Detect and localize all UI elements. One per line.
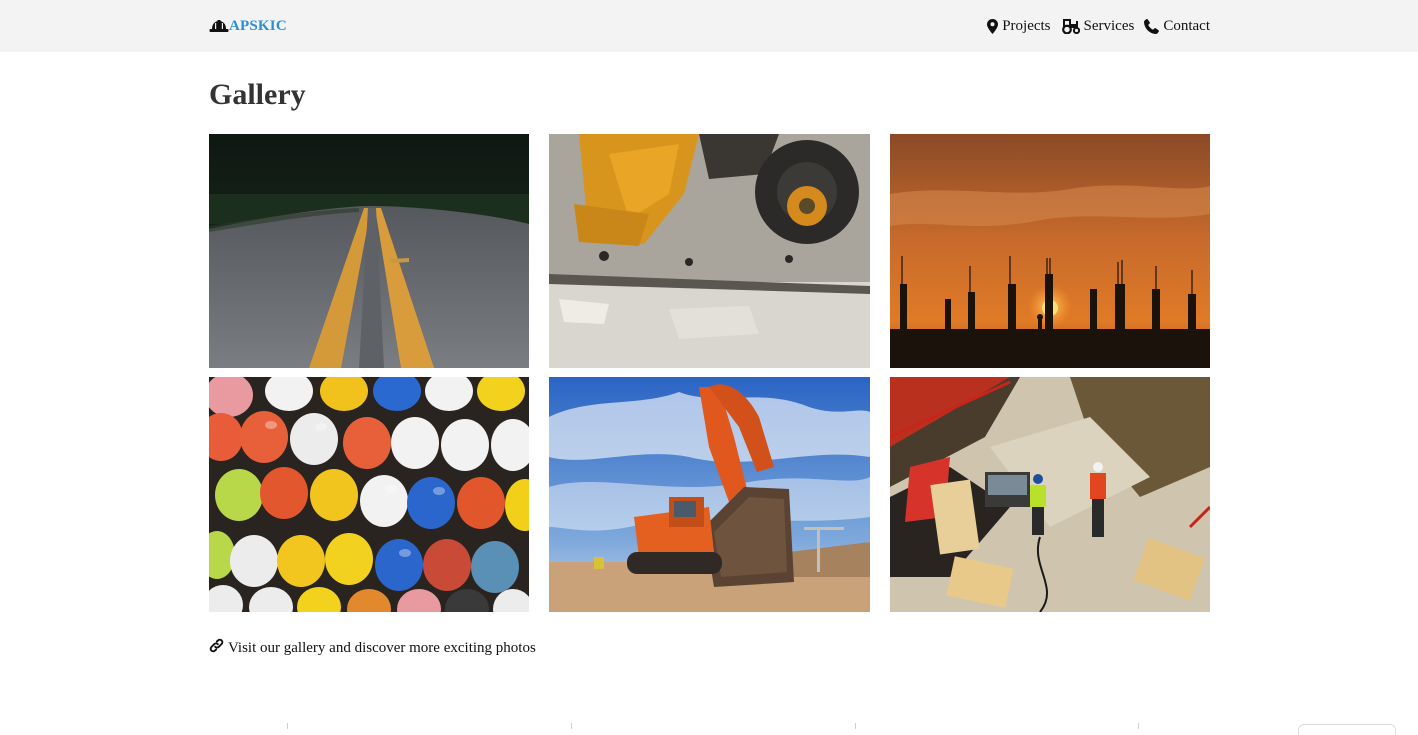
gallery-image-sunset-site[interactable] xyxy=(890,134,1210,368)
nav-link-contact[interactable]: Contact xyxy=(1144,18,1210,35)
gallery-image-road[interactable] xyxy=(209,134,529,368)
footer-divider xyxy=(1138,723,1139,729)
tractor-icon xyxy=(1061,18,1080,34)
nav-links: Projects Services Contact xyxy=(987,18,1210,35)
gallery-image-hard-hats[interactable] xyxy=(209,377,529,612)
brand-label: APSKIC xyxy=(229,17,287,34)
navbar-inner: APSKIC Projects Services Contact xyxy=(209,0,1210,52)
nav-link-services[interactable]: Services xyxy=(1061,17,1135,35)
footer-divider xyxy=(287,723,288,729)
footer-widget[interactable] xyxy=(1298,724,1396,735)
gallery-grid xyxy=(209,134,1210,612)
nav-link-label: Contact xyxy=(1163,17,1210,34)
gallery-image-excavator[interactable] xyxy=(549,377,870,612)
footer-divider xyxy=(855,723,856,729)
gallery-image-bulldozer[interactable] xyxy=(549,134,870,368)
map-marker-icon xyxy=(987,18,999,34)
nav-link-label: Projects xyxy=(1002,17,1051,34)
brand-link[interactable]: APSKIC xyxy=(209,18,287,35)
link-icon xyxy=(209,638,224,658)
hard-hat-icon xyxy=(209,19,229,33)
gallery-more-link[interactable]: Visit our gallery and discover more exci… xyxy=(209,638,536,658)
page-title: Gallery xyxy=(209,78,306,111)
navbar: APSKIC Projects Services Contact xyxy=(0,0,1418,52)
gallery-image-workers[interactable] xyxy=(890,377,1210,612)
nav-link-label: Services xyxy=(1083,17,1135,34)
phone-icon xyxy=(1144,18,1160,34)
nav-link-projects[interactable]: Projects xyxy=(987,17,1051,35)
footer-divider xyxy=(571,723,572,729)
gallery-more-label: Visit our gallery and discover more exci… xyxy=(228,639,536,656)
